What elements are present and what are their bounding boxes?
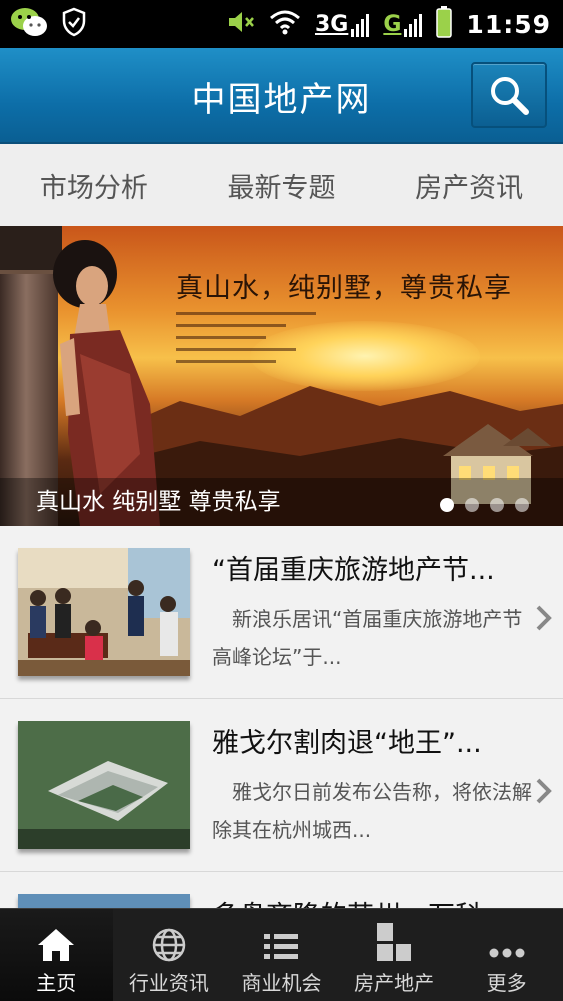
list-item[interactable]: 雅戈尔割肉退“地王”... 雅戈尔日前发布公告称，将依法解除其在杭州城西...	[0, 699, 563, 872]
nav-industry-news[interactable]: 行业资讯	[113, 909, 226, 1001]
category-tabs: 市场分析 最新专题 房产资讯	[0, 144, 563, 227]
bottom-nav: 主页 行业资讯 商业机会 房产地产 更多	[0, 908, 563, 1001]
news-title: 雅戈尔割肉退“地王”...	[212, 728, 482, 759]
nav-label: 商业机会	[241, 971, 322, 995]
news-title: “首届重庆旅游地产节...	[212, 555, 495, 586]
news-list: “首届重庆旅游地产节... 新浪乐居讯“首届重庆旅游地产节高峰论坛”于... 雅…	[0, 526, 563, 908]
nav-label: 房产地产	[354, 971, 435, 995]
chevron-right-icon	[536, 778, 552, 804]
chevron-right-icon	[536, 605, 552, 631]
carousel-dots	[440, 498, 529, 512]
network-g-indicator: G	[383, 11, 423, 37]
tab-property-news[interactable]: 房产资讯	[405, 166, 533, 205]
more-icon	[489, 948, 525, 958]
news-thumbnail	[18, 548, 190, 676]
signal-bars-icon	[351, 13, 370, 37]
network-g-label: G	[383, 11, 402, 37]
blocks-icon	[377, 923, 412, 961]
news-thumbnail	[18, 721, 190, 849]
carousel-dot[interactable]	[440, 498, 454, 512]
mute-icon	[227, 9, 255, 39]
list-item[interactable]: 多盘齐降的苏州，万科...	[0, 872, 563, 908]
tab-latest-topics[interactable]: 最新专题	[217, 166, 345, 205]
nav-label: 主页	[36, 971, 77, 995]
network-3g-indicator: 3G	[314, 11, 370, 37]
status-bar: 3G G 11:59	[0, 0, 563, 48]
home-icon	[38, 929, 75, 961]
nav-more[interactable]: 更多	[450, 909, 563, 1001]
nav-home[interactable]: 主页	[0, 909, 113, 1001]
network-3g-label: 3G	[314, 11, 349, 37]
battery-icon	[436, 6, 453, 42]
search-button[interactable]	[471, 62, 547, 128]
promo-banner[interactable]: 真山水，纯别墅，尊贵私享 真山水 纯别墅 尊贵私享	[0, 226, 563, 526]
globe-icon	[152, 928, 186, 962]
list-item[interactable]: “首届重庆旅游地产节... 新浪乐居讯“首届重庆旅游地产节高峰论坛”于...	[0, 526, 563, 699]
carousel-dot[interactable]	[490, 498, 504, 512]
news-summary: 雅戈尔日前发布公告称，将依法解除其在杭州城西...	[212, 780, 532, 842]
banner-headline: 真山水，纯别墅，尊贵私享	[176, 273, 512, 304]
nav-label: 更多	[486, 971, 527, 995]
tab-market-analysis[interactable]: 市场分析	[30, 166, 158, 205]
signal-bars-icon	[404, 13, 423, 37]
banner-fine-print	[176, 312, 326, 372]
news-title: 多盘齐降的苏州，万科...	[212, 894, 508, 908]
news-summary: 新浪乐居讯“首届重庆旅游地产节高峰论坛”于...	[212, 607, 523, 669]
status-clock: 11:59	[466, 9, 551, 39]
carousel-dot[interactable]	[465, 498, 479, 512]
list-icon	[264, 934, 299, 959]
wifi-icon	[269, 9, 301, 39]
shield-icon	[62, 7, 86, 41]
search-icon	[491, 77, 529, 115]
nav-real-estate[interactable]: 房产地产	[338, 909, 451, 1001]
banner-caption: 真山水 纯别墅 尊贵私享	[36, 489, 281, 515]
nav-business[interactable]: 商业机会	[225, 909, 338, 1001]
wechat-icon	[10, 5, 48, 43]
carousel-dot[interactable]	[515, 498, 529, 512]
news-thumbnail	[18, 894, 190, 908]
title-bar: 中国地产网	[0, 48, 563, 144]
nav-label: 行业资讯	[128, 971, 209, 995]
